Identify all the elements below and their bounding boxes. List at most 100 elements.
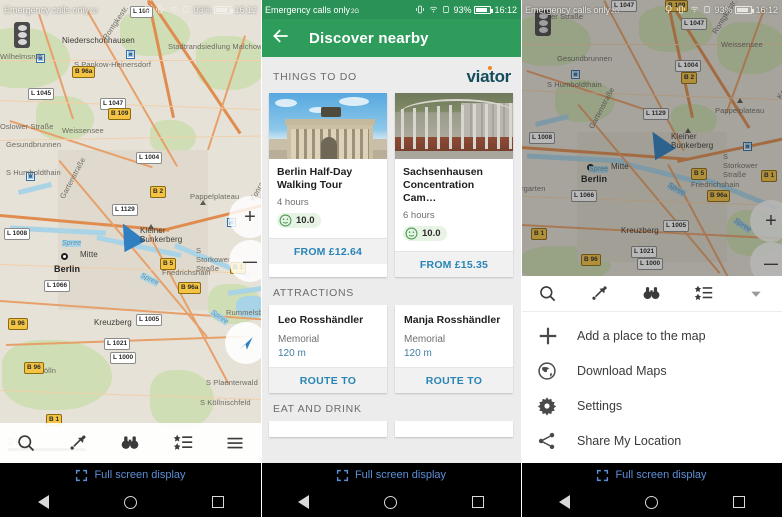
- attraction-card[interactable]: Leo Rosshändler Memorial 120 m ROUTE TO: [269, 305, 387, 393]
- back-arrow-icon[interactable]: [271, 26, 291, 51]
- menu-item-share-location[interactable]: Share My Location: [521, 423, 782, 458]
- attraction-card-body: Manja Rosshändler Memorial 120 m: [395, 305, 513, 367]
- battery-icon: [474, 5, 494, 14]
- rail-station-icon: ▣: [126, 50, 135, 59]
- fullscreen-row[interactable]: Full screen display: [336, 463, 446, 487]
- binoculars-icon[interactable]: [115, 430, 145, 456]
- road-shield: L 1008: [4, 228, 31, 240]
- map-label: S Humboldthain: [6, 168, 61, 177]
- discover-list[interactable]: THINGS TO DO viator Berlin Half-Day Walk…: [261, 57, 521, 463]
- my-location-button[interactable]: [225, 322, 261, 364]
- attraction-kind: Memorial: [404, 334, 446, 345]
- fullscreen-icon: [76, 469, 88, 481]
- traffic-light-icon: [14, 22, 30, 48]
- wifi-icon: [170, 6, 178, 13]
- menu-item-add-place[interactable]: Add a place to the map: [521, 318, 782, 353]
- tour-card[interactable]: Berlin Half-Day Walking Tour 4 hours 10.…: [269, 93, 387, 277]
- menu-item-label: Add a place to the map: [577, 328, 706, 343]
- map-label: Pappelplateau: [190, 192, 240, 201]
- rating-value: 10.0: [422, 228, 441, 239]
- attraction-name: Manja Rosshändler: [404, 314, 501, 326]
- road-shield: L 1004: [136, 152, 163, 164]
- route-icon[interactable]: [573, 284, 625, 303]
- road-shield: L 1066: [44, 280, 71, 292]
- road-shield-highway: B 96: [24, 362, 44, 374]
- recents-nav-button[interactable]: [211, 496, 224, 508]
- brandenburg-gate-photo: [269, 93, 387, 159]
- eat-card-partial[interactable]: [395, 421, 513, 437]
- map-label: Mitte: [80, 250, 98, 259]
- fullscreen-row[interactable]: Full screen display: [596, 463, 707, 487]
- road-shield-highway: B 96: [8, 318, 28, 330]
- map-dim-overlay[interactable]: [521, 0, 782, 276]
- panel-divider: [521, 0, 522, 517]
- fullscreen-row[interactable]: Full screen display: [75, 463, 186, 487]
- menu-item-download-maps[interactable]: Download Maps: [521, 353, 782, 388]
- attraction-card[interactable]: Manja Rosshändler Memorial 120 m ROUTE T…: [395, 305, 513, 393]
- route-icon[interactable]: [63, 430, 93, 456]
- bookmarks-icon[interactable]: [678, 284, 730, 303]
- smiley-icon: [279, 214, 292, 227]
- road-shield: L 1021: [104, 338, 131, 350]
- rating-badge: 10.0: [403, 226, 447, 241]
- menu-icon[interactable]: [220, 430, 250, 456]
- menu-item-settings[interactable]: Settings: [521, 388, 782, 423]
- sim-card-icon: [704, 6, 711, 13]
- carrier-network-label: 2G: [611, 8, 620, 15]
- plus-icon: +: [244, 206, 256, 228]
- bookmarks-icon[interactable]: [168, 430, 198, 456]
- battery-percent-label: 93%: [453, 4, 472, 15]
- map-label: Oslower Straße: [0, 122, 54, 131]
- status-indicators: 93% 16:12: [664, 5, 778, 15]
- carrier-label: Emergency calls only: [4, 4, 90, 15]
- battery-icon: [735, 5, 755, 14]
- android-nav-row: [261, 487, 521, 517]
- wifi-icon: [430, 6, 438, 13]
- search-icon[interactable]: [11, 430, 41, 456]
- back-nav-button[interactable]: [558, 495, 570, 509]
- chevron-down-icon[interactable]: [730, 287, 782, 301]
- eat-card-partial[interactable]: [269, 421, 387, 437]
- map-label: Kleiner Bunkerberg: [140, 226, 183, 244]
- home-nav-button[interactable]: [383, 495, 397, 509]
- road-shield-highway: B 109: [108, 108, 132, 120]
- tour-duration: 6 hours: [403, 210, 435, 221]
- tour-price: FROM £12.64: [293, 245, 363, 258]
- search-icon[interactable]: [521, 284, 573, 303]
- location-pin-icon: [144, 5, 152, 14]
- battery-percent-label: 93%: [193, 4, 212, 15]
- status-bar-left: Emergency calls only 2G 93% 16:12: [0, 0, 261, 19]
- map-label: Kreuzberg: [94, 318, 132, 327]
- clock-label: 16:12: [755, 4, 778, 15]
- attractions-row: Leo Rosshändler Memorial 120 m ROUTE TO …: [261, 305, 521, 393]
- map-canvas-left[interactable]: ▣ ▣ ▣ ▣ Niederschonhausen Stadtrandsiedl…: [0, 0, 261, 463]
- overflow-menu: Add a place to the map Download Maps Set…: [521, 312, 782, 463]
- route-to-button[interactable]: ROUTE TO: [395, 367, 513, 393]
- road-shield: L 1129: [112, 204, 138, 216]
- back-nav-button[interactable]: [37, 495, 49, 509]
- rating-badge: 10.0: [277, 213, 321, 228]
- android-nav-row: [521, 487, 782, 517]
- binoculars-icon[interactable]: [625, 284, 677, 303]
- home-nav-button[interactable]: [123, 495, 137, 509]
- route-to-button[interactable]: ROUTE TO: [269, 367, 387, 393]
- status-indicators: 93% 16:12: [143, 5, 257, 15]
- recents-nav-button[interactable]: [732, 496, 745, 508]
- home-nav-button[interactable]: [644, 495, 658, 509]
- three-panel-screenshot: ▣ ▣ ▣ ▣ Niederschonhausen Stadtrandsiedl…: [0, 0, 782, 517]
- concentration-camp-fence-photo: [395, 93, 513, 159]
- tour-card[interactable]: Sachsenhausen Concentration Cam… 6 hours…: [395, 93, 513, 277]
- route-to-label: ROUTE TO: [299, 374, 357, 387]
- rating-value: 10.0: [296, 215, 315, 226]
- recents-nav-button[interactable]: [471, 496, 484, 508]
- map-label: Rummelsburg: [226, 308, 261, 317]
- status-carrier: Emergency calls only 2G: [4, 5, 98, 15]
- fullscreen-label: Full screen display: [615, 469, 707, 481]
- location-arrow-icon: [239, 337, 253, 350]
- status-indicators: 93% 16:12: [415, 5, 517, 15]
- tour-price-bar[interactable]: FROM £15.35: [395, 251, 513, 277]
- route-to-label: ROUTE TO: [425, 374, 483, 387]
- tour-price-bar[interactable]: FROM £12.64: [269, 238, 387, 264]
- back-nav-button[interactable]: [298, 495, 310, 509]
- sim-card-icon: [183, 6, 190, 13]
